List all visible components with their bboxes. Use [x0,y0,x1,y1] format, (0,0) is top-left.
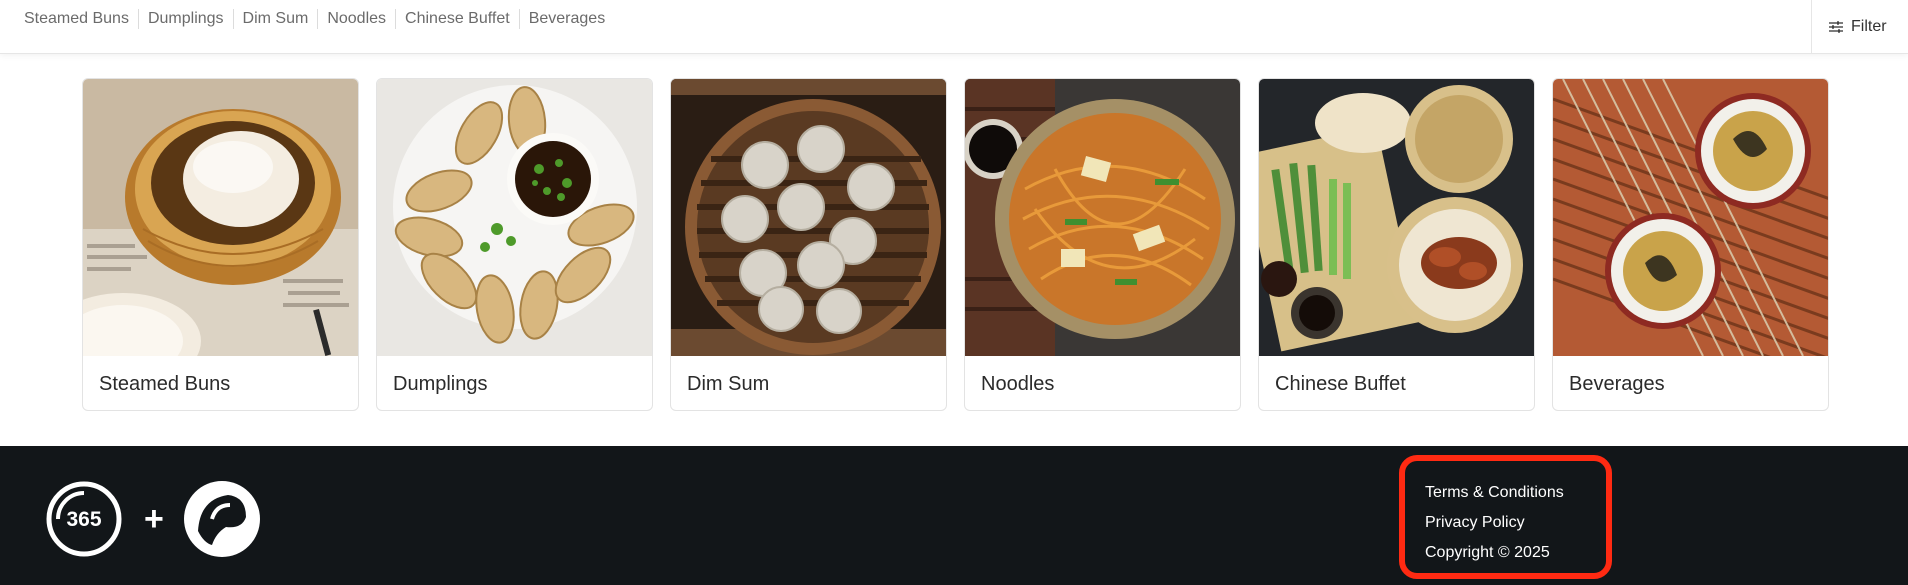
footer-links-highlight: Terms & Conditions Privacy Policy Copyri… [1399,455,1612,579]
sliders-icon [1829,21,1843,33]
card-label: Dim Sum [687,372,770,395]
noodles-image [965,79,1240,356]
category-card-steamed-buns[interactable]: Steamed Buns [82,78,359,411]
footer-logos: 365 + [44,479,262,559]
beverages-image [1553,79,1828,356]
footer: 365 + [0,446,1908,585]
top-nav: Steamed Buns Dumplings Dim Sum Noodles C… [0,0,1908,54]
category-card-dumplings[interactable]: Dumplings [376,78,653,411]
card-label: Chinese Buffet [1275,372,1406,395]
copyright-text: Copyright © 2025 [1425,544,1550,561]
365-logo-text: 365 [66,508,101,531]
dumplings-image [377,79,652,356]
card-label: Steamed Buns [99,372,231,395]
category-link-dumplings[interactable]: Dumplings [137,9,233,29]
category-cards: Steamed Buns Dumplings Dim Sum Noodles C… [82,78,1829,411]
plus-sign: + [144,500,164,538]
privacy-link[interactable]: Privacy Policy [1425,508,1606,538]
category-card-dim-sum[interactable]: Dim Sum [670,78,947,411]
category-card-noodles[interactable]: Noodles [964,78,1241,411]
category-card-beverages[interactable]: Beverages [1552,78,1829,411]
dim-sum-image [671,79,946,356]
partner-logo-icon [183,481,260,557]
card-label: Dumplings [393,372,488,395]
steamed-buns-image [83,79,358,356]
card-label: Beverages [1569,372,1665,395]
chinese-buffet-image [1259,79,1534,356]
category-link-chinese-buffet[interactable]: Chinese Buffet [395,9,519,29]
category-link-steamed-buns[interactable]: Steamed Buns [24,9,138,29]
terms-link[interactable]: Terms & Conditions [1425,478,1606,508]
category-links: Steamed Buns Dumplings Dim Sum Noodles C… [24,9,614,29]
filter-label: Filter [1851,18,1887,35]
365-logo-icon: 365 [46,481,122,557]
category-card-chinese-buffet[interactable]: Chinese Buffet [1258,78,1535,411]
filter-button[interactable]: Filter [1811,0,1908,54]
category-link-beverages[interactable]: Beverages [518,9,615,29]
category-link-dim-sum[interactable]: Dim Sum [232,9,318,29]
card-label: Noodles [981,372,1055,395]
category-link-noodles[interactable]: Noodles [317,9,395,29]
